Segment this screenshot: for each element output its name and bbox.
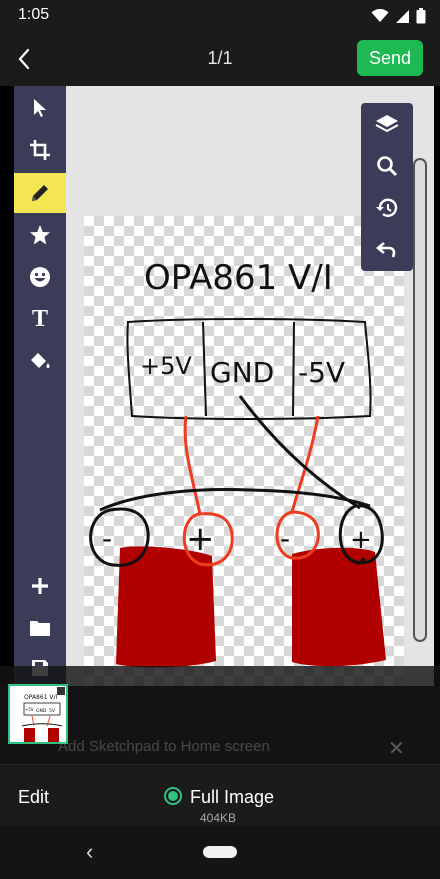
undo-button[interactable]: [361, 229, 413, 271]
terminal-label-3: -: [280, 522, 290, 555]
history-icon: [376, 198, 398, 217]
history-button[interactable]: [361, 187, 413, 229]
emoji-icon: [30, 267, 50, 287]
thumbnail-strip: OPA861 V/I +5V GND 5V: [0, 666, 440, 746]
undo-icon: [376, 242, 396, 258]
battery-icon: [416, 8, 426, 29]
thumbnail-label-2: GND: [36, 708, 47, 714]
canvas-area: OPA861 V/I +5V GND -5V - + - + T: [0, 86, 440, 686]
signal-icon: [395, 9, 410, 29]
layers-icon: [375, 115, 399, 133]
wifi-icon: [371, 8, 389, 28]
pencil-icon: [32, 185, 48, 201]
fill-tool[interactable]: [14, 341, 66, 381]
add-tool[interactable]: [14, 566, 66, 606]
terminal-loop-1: [89, 507, 150, 567]
divider-1: [202, 321, 207, 417]
select-tool[interactable]: [14, 88, 66, 128]
terminal-label-2: +: [186, 519, 215, 559]
add-home-toast: Add Sketchpad to Home screen: [58, 738, 270, 755]
full-image-label[interactable]: Full Image: [190, 787, 274, 808]
label-plus5v: +5V: [140, 352, 192, 380]
right-red-block: [292, 547, 386, 667]
label-minus5v: -5V: [298, 356, 345, 389]
zoom-icon: [377, 156, 398, 177]
pencil-tool[interactable]: [14, 173, 66, 213]
crop-tool[interactable]: [14, 130, 66, 170]
file-size: 404KB: [200, 811, 237, 825]
drawing-title: OPA861 V/I: [144, 258, 333, 298]
nav-back-icon[interactable]: ‹: [86, 839, 93, 865]
left-toolbar: T: [14, 86, 66, 686]
thumbnail-label-3: 5V: [49, 708, 56, 714]
crop-icon: [30, 140, 50, 160]
label-gnd: GND: [210, 356, 274, 389]
layers-button[interactable]: [361, 103, 413, 145]
text-tool-icon: T: [31, 305, 48, 332]
bottom-bar: Edit Full Image 404KB: [0, 764, 440, 825]
terminal-label-1: -: [102, 522, 112, 555]
select-icon: [34, 99, 46, 117]
star-tool[interactable]: [14, 215, 66, 255]
text-tool[interactable]: T: [14, 299, 66, 339]
terminal-label-4: +: [350, 525, 372, 555]
divider-2: [292, 321, 295, 417]
red-wire-minus5v: [290, 415, 320, 513]
thumbnail-badge: [57, 687, 65, 695]
red-wire-plus5v: [183, 415, 202, 515]
status-icons: [371, 8, 426, 29]
full-image-radio[interactable]: [164, 787, 182, 805]
nav-home-pill[interactable]: [203, 846, 237, 858]
star-icon: [30, 225, 50, 245]
ground-bus: [99, 488, 371, 512]
thumbnail-label-1: +5V: [25, 707, 34, 712]
status-time: 1:05: [18, 6, 50, 23]
status-bar: 1:05: [0, 0, 440, 32]
page-thumbnail[interactable]: OPA861 V/I +5V GND 5V: [8, 684, 68, 744]
folder-icon: [30, 621, 50, 636]
add-icon: [32, 578, 48, 594]
zoom-button[interactable]: [361, 145, 413, 187]
send-button[interactable]: Send: [357, 40, 423, 76]
fill-bucket-icon: [31, 353, 50, 368]
app-bar: 1/1 Send: [0, 32, 440, 86]
close-icon[interactable]: ✕: [388, 736, 405, 761]
right-toolbar: [361, 103, 413, 271]
edit-button[interactable]: Edit: [18, 787, 49, 808]
emoji-tool[interactable]: [14, 257, 66, 297]
thumbnail-title: OPA861 V/I: [24, 694, 58, 701]
vertical-scrollbar[interactable]: [413, 158, 427, 642]
folder-tool[interactable]: [14, 608, 66, 648]
system-nav-bar: ‹: [0, 825, 440, 879]
